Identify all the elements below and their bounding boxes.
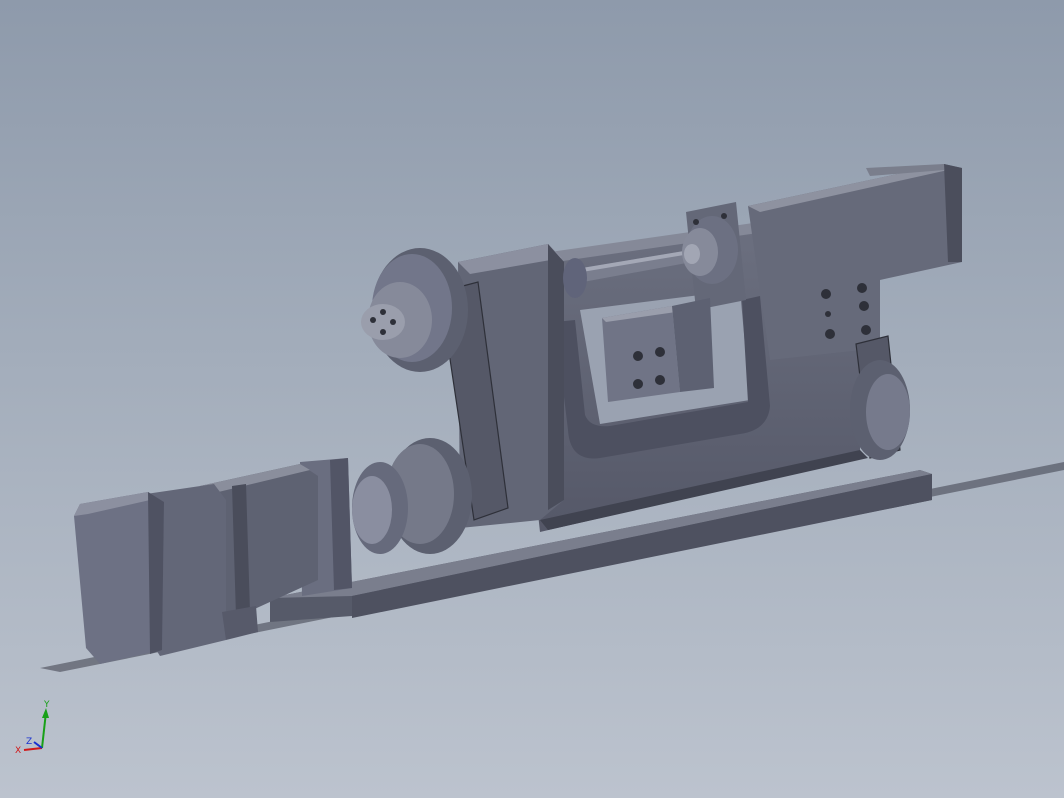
coordinate-triad: Y X Z	[14, 698, 64, 760]
z-axis-arrow	[33, 741, 43, 749]
left-upper-pulley	[361, 248, 468, 372]
motor-bracket	[222, 606, 258, 640]
y-axis-label: Y	[43, 700, 50, 710]
tailstock-block	[748, 164, 962, 360]
triad-axes: Y X Z	[15, 700, 50, 756]
left-lower-pulley	[352, 438, 472, 554]
right-timing-belt	[850, 335, 910, 460]
z-axis-label: Z	[26, 737, 32, 747]
stepper-motor	[74, 464, 318, 664]
graphics-viewport[interactable]: Y X Z	[0, 0, 1064, 798]
x-axis-label: X	[15, 746, 21, 756]
x-axis-arrow	[23, 747, 43, 751]
cad-assembly-model[interactable]	[0, 0, 1064, 798]
